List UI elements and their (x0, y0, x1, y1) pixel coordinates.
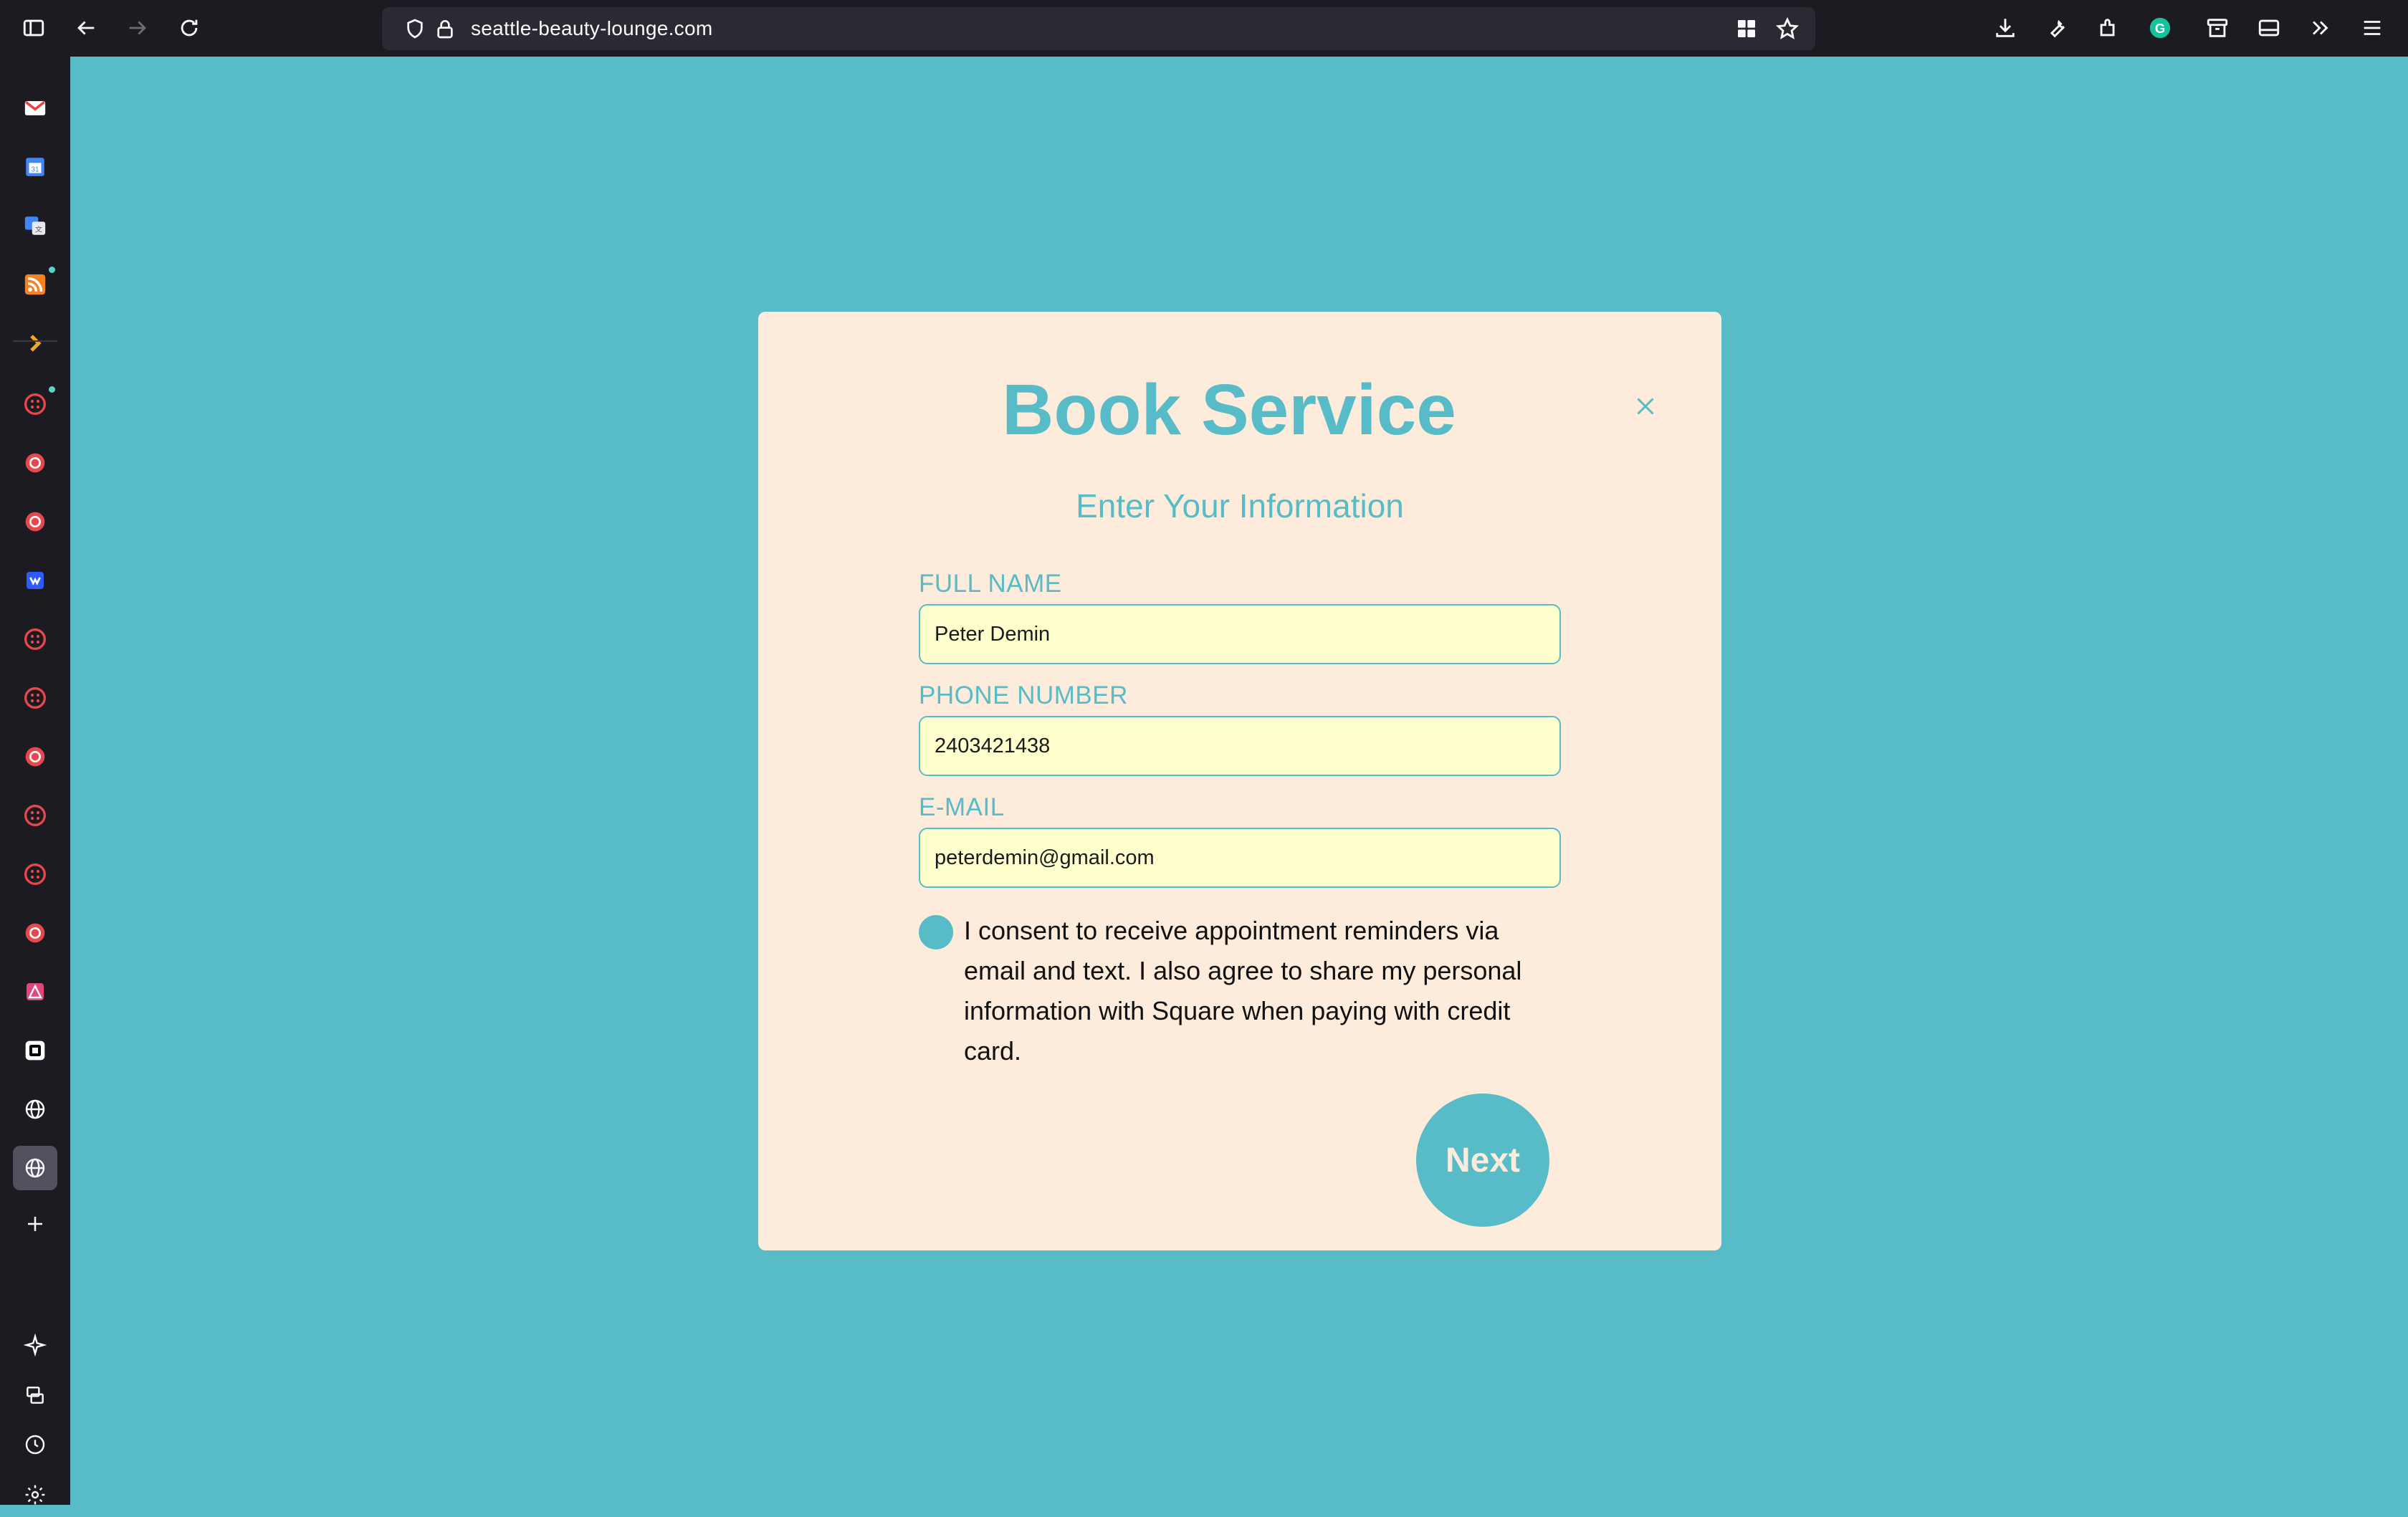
web-app-icon[interactable] (13, 734, 57, 779)
calendar-icon[interactable]: 31 (13, 145, 57, 189)
downloads-icon[interactable] (1986, 9, 2025, 47)
triangle-app-icon[interactable] (13, 970, 57, 1014)
docs-app-icon[interactable] (13, 558, 57, 603)
grammarly-icon[interactable]: G (2141, 9, 2179, 47)
reader-view-icon[interactable] (2250, 9, 2288, 47)
wrench-icon[interactable] (2037, 9, 2076, 47)
next-button[interactable]: Next (1416, 1094, 1549, 1227)
globe-icon[interactable] (13, 1146, 57, 1190)
web-app-icon[interactable] (13, 499, 57, 544)
reload-icon[interactable] (170, 9, 209, 47)
book-service-modal: Book Service Enter Your Information FULL… (758, 312, 1721, 1250)
globe-icon[interactable] (13, 1087, 57, 1131)
settings-gear-icon[interactable] (13, 1473, 57, 1517)
browser-toolbar: seattle-beauty-lounge.com G (0, 0, 2408, 57)
url-text[interactable]: seattle-beauty-lounge.com (471, 17, 712, 40)
back-icon[interactable] (67, 9, 105, 47)
modal-title: Book Service (1002, 370, 1456, 450)
email-label: E-MAIL (919, 793, 1005, 821)
web-app-icon[interactable] (13, 852, 57, 896)
close-icon[interactable] (1631, 392, 1660, 421)
svg-text:31: 31 (31, 166, 39, 173)
forward-icon[interactable] (118, 9, 157, 47)
web-app-icon[interactable] (13, 441, 57, 485)
browser-sidebar: 31 文 (0, 57, 70, 1505)
history-clock-icon[interactable] (13, 1422, 57, 1467)
full-name-input[interactable] (919, 604, 1561, 664)
sidebar-divider (13, 340, 57, 342)
sidebar-toggle-icon[interactable] (14, 9, 53, 47)
sparkle-icon[interactable] (13, 1323, 57, 1367)
bookmark-star-icon[interactable] (1775, 16, 1800, 44)
address-bar[interactable]: seattle-beauty-lounge.com (382, 7, 1815, 50)
email-input[interactable] (919, 828, 1561, 888)
extensions-icon[interactable] (2089, 9, 2128, 47)
square-app-icon[interactable] (13, 1028, 57, 1073)
add-panel-icon[interactable] (13, 1202, 57, 1246)
web-app-icon[interactable] (13, 793, 57, 838)
lock-icon[interactable] (434, 17, 457, 44)
modal-subtitle: Enter Your Information (1076, 487, 1404, 525)
gmail-icon[interactable] (13, 86, 57, 130)
synced-tabs-icon[interactable] (13, 1373, 57, 1417)
archive-icon[interactable] (2198, 9, 2237, 47)
svg-text:文: 文 (35, 225, 42, 234)
chevron-app-icon[interactable] (13, 321, 57, 365)
rss-feed-icon[interactable] (13, 262, 57, 307)
overflow-chevrons-icon[interactable] (2301, 9, 2340, 47)
web-app-icon[interactable] (13, 911, 57, 955)
full-name-label: FULL NAME (919, 570, 1062, 598)
shield-icon[interactable] (403, 17, 426, 44)
web-app-icon[interactable] (13, 617, 57, 661)
web-app-icon[interactable] (13, 382, 57, 426)
web-app-icon[interactable] (13, 676, 57, 720)
phone-number-label: PHONE NUMBER (919, 681, 1128, 709)
translate-icon[interactable]: 文 (13, 204, 57, 248)
phone-number-input[interactable] (919, 716, 1561, 776)
svg-text:G: G (2155, 21, 2165, 36)
menu-icon[interactable] (2353, 9, 2392, 47)
consent-checkbox[interactable] (919, 915, 953, 949)
consent-text: I consent to receive appointment reminde… (964, 916, 1522, 1066)
qr-grid-icon[interactable] (1735, 17, 1758, 44)
